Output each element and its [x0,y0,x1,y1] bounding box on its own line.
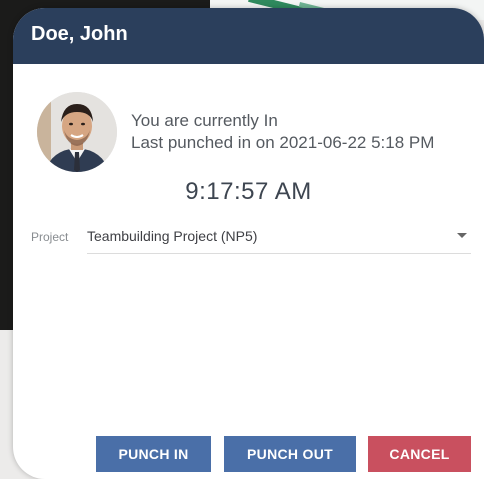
dialog-header: Doe, John [13,8,484,64]
dialog-title: Doe, John [31,23,128,45]
project-select[interactable]: Teambuilding Project (NP5) [87,223,471,254]
avatar-photo [37,92,117,172]
punch-in-button[interactable]: PUNCH IN [96,436,211,472]
current-time: 9:17:57 AM [185,178,312,205]
cancel-button[interactable]: CANCEL [368,436,471,472]
project-label: Project [31,230,69,244]
status-last-punch: Last punched in on 2021-06-22 5:18 PM [131,133,435,152]
avatar [37,92,117,172]
project-selected-value: Teambuilding Project (NP5) [87,228,258,244]
punch-status: You are currently In Last punched in on … [131,110,434,154]
chevron-down-icon [457,233,467,238]
status-current: You are currently In [131,111,278,130]
punch-out-button[interactable]: PUNCH OUT [224,436,356,472]
punch-dialog: Doe, John You are currently In Last punc… [13,8,484,479]
